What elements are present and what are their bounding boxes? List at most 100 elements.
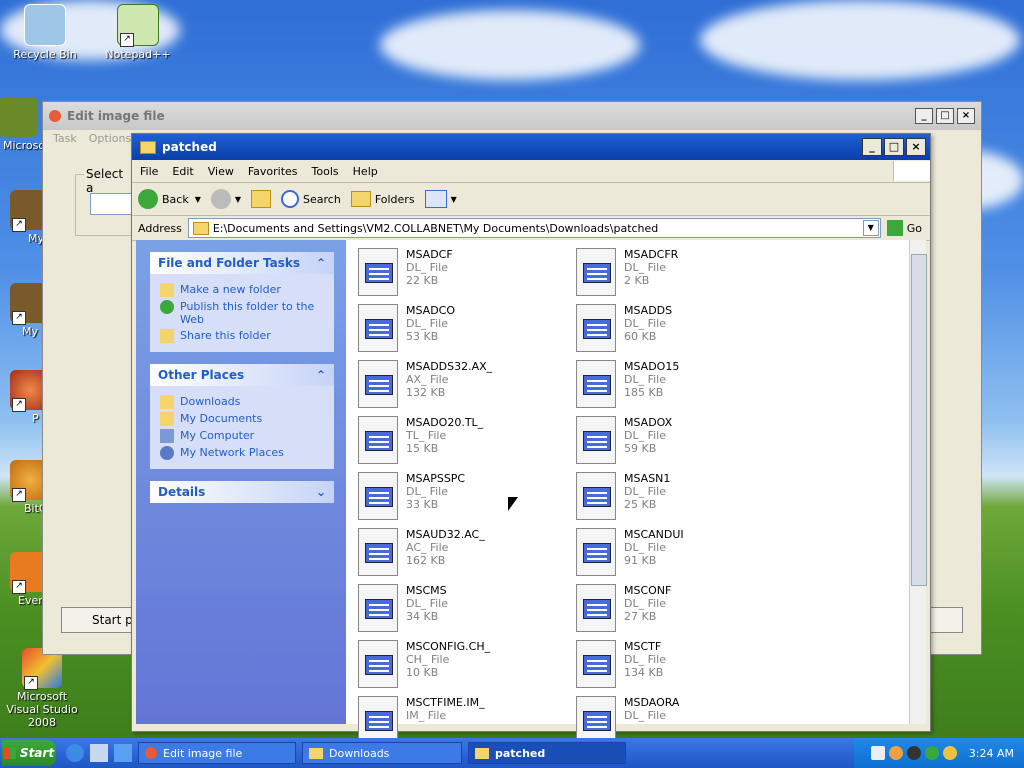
tray-icon[interactable] (924, 746, 939, 760)
file-item[interactable]: MSAUD32.AC_ AC_ File 162 KB (358, 528, 558, 580)
tray-icon[interactable] (888, 746, 903, 760)
close-button[interactable]: × (906, 138, 926, 156)
recycle-bin-icon (24, 4, 66, 46)
file-item[interactable]: MSASN1 DL_ File 25 KB (576, 472, 776, 524)
tray-icon[interactable] (942, 746, 957, 760)
file-name: MSADDS32.AX_ (406, 360, 493, 373)
folders-button[interactable]: Folders (350, 191, 415, 207)
file-item[interactable]: MSADO15 DL_ File 185 KB (576, 360, 776, 412)
go-button[interactable]: Go (886, 220, 922, 236)
vertical-scrollbar[interactable] (909, 240, 927, 724)
windows-logo-icon (893, 161, 930, 181)
file-item[interactable]: MSCONFIG.CH_ CH_ File 10 KB (358, 640, 558, 692)
forward-arrow-icon (210, 189, 231, 209)
panel-header[interactable]: File and Folder Tasks ⌃ (150, 252, 334, 274)
file-item[interactable]: MSADDS DL_ File 60 KB (576, 304, 776, 356)
menu-help[interactable]: Help (353, 165, 378, 178)
back-arrow-icon (138, 189, 158, 209)
ie-alt-icon[interactable] (114, 744, 132, 762)
tray-icon[interactable] (906, 746, 921, 760)
ie-icon[interactable] (66, 744, 84, 762)
file-item[interactable]: MSADDS32.AX_ AX_ File 132 KB (358, 360, 558, 412)
file-size: 2 KB (624, 274, 650, 287)
folder-icon (140, 140, 156, 154)
taskbar-downloads[interactable]: Downloads (302, 742, 462, 764)
scrollbar-thumb[interactable] (911, 254, 927, 586)
maximize-button[interactable]: □ (936, 108, 954, 124)
expand-icon[interactable]: ⌄ (316, 485, 326, 499)
file-size: 132 KB (406, 386, 446, 399)
menu-edit[interactable]: Edit (172, 165, 193, 178)
address-input[interactable]: E:\Documents and Settings\VM2.COLLABNET\… (187, 218, 881, 238)
show-desktop-icon[interactable] (90, 744, 108, 762)
menu-options[interactable]: Options (89, 132, 131, 145)
search-label: Search (303, 192, 341, 206)
place-downloads[interactable]: Downloads (160, 395, 324, 409)
file-item[interactable]: MSCTF DL_ File 134 KB (576, 640, 776, 692)
file-item[interactable]: MSCONF DL_ File 27 KB (576, 584, 776, 636)
start-button[interactable]: Start (2, 740, 56, 766)
file-item[interactable]: MSAPSSPC DL_ File 33 KB (358, 472, 558, 524)
panel-header[interactable]: Other Places ⌃ (150, 364, 334, 386)
file-icon (576, 304, 616, 352)
window-title: patched (162, 140, 217, 154)
clock[interactable]: 3:24 AM (969, 747, 1014, 760)
file-name: MSADCO (406, 304, 456, 317)
file-icon (358, 416, 398, 464)
desktop-icon-recycle-bin[interactable]: Recycle Bin (5, 4, 85, 61)
explorer-window[interactable]: patched _ □ × File Edit View Favorites T… (131, 133, 931, 744)
tray-icon[interactable] (870, 746, 885, 760)
search-button[interactable]: Search (281, 190, 341, 208)
panel-title: Other Places (158, 368, 245, 382)
up-button[interactable] (251, 190, 272, 208)
place-my-computer[interactable]: My Computer (160, 429, 324, 443)
mouse-cursor-icon (508, 497, 518, 511)
desktop-icon-notepad[interactable]: ↗ Notepad++ (98, 4, 178, 61)
menu-file[interactable]: File (140, 165, 158, 178)
desktop-icon-label: Microsoft Visual Studio 2008 (6, 690, 78, 729)
close-button[interactable]: × (957, 108, 975, 124)
maximize-button[interactable]: □ (884, 138, 904, 156)
collapse-icon[interactable]: ⌃ (316, 256, 326, 270)
taskbar-patched[interactable]: patched (468, 742, 626, 764)
file-size: 53 KB (406, 330, 439, 343)
file-item[interactable]: MSADO20.TL_ TL_ File 15 KB (358, 416, 558, 468)
file-size: 59 KB (624, 442, 657, 455)
views-icon (424, 190, 447, 208)
window-titlebar[interactable]: patched _ □ × (132, 134, 930, 160)
forward-button[interactable]: ▼ (210, 189, 241, 209)
task-publish-web[interactable]: Publish this folder to the Web (160, 300, 324, 326)
file-item[interactable]: MSCMS DL_ File 34 KB (358, 584, 558, 636)
file-name: MSASN1 (624, 472, 671, 485)
collapse-icon[interactable]: ⌃ (316, 368, 326, 382)
file-type: DL_ File (624, 261, 667, 274)
minimize-button[interactable]: _ (915, 108, 933, 124)
task-make-folder[interactable]: Make a new folder (160, 283, 324, 297)
file-item[interactable]: MSADCF DL_ File 22 KB (358, 248, 558, 300)
minimize-button[interactable]: _ (862, 138, 882, 156)
file-item[interactable]: MSADOX DL_ File 59 KB (576, 416, 776, 468)
back-button[interactable]: Back ▼ (138, 189, 201, 209)
task-share-folder[interactable]: Share this folder (160, 329, 324, 343)
views-button[interactable]: ▼ (424, 190, 457, 208)
menu-tools[interactable]: Tools (312, 165, 339, 178)
file-size: 91 KB (624, 554, 657, 567)
file-item[interactable]: MSADCFR DL_ File 2 KB (576, 248, 776, 300)
window-titlebar[interactable]: Edit image file _ □ × (43, 102, 981, 130)
place-my-documents[interactable]: My Documents (160, 412, 324, 426)
file-size: 162 KB (406, 554, 446, 567)
menu-task[interactable]: Task (53, 132, 77, 145)
desktop-icon-msvs[interactable]: ↗ Microsoft Visual Studio 2008 (2, 648, 82, 729)
folders-label: Folders (374, 192, 415, 206)
panel-header[interactable]: Details ⌄ (150, 481, 334, 503)
details-panel: Details ⌄ (150, 481, 334, 503)
taskbar-edit-image[interactable]: Edit image file (138, 742, 296, 764)
menu-view[interactable]: View (208, 165, 234, 178)
file-item[interactable]: MSADCO DL_ File 53 KB (358, 304, 558, 356)
file-type: DL_ File (624, 597, 667, 610)
place-network[interactable]: My Network Places (160, 446, 324, 460)
up-folder-icon (251, 190, 272, 208)
menu-favorites[interactable]: Favorites (248, 165, 298, 178)
address-dropdown[interactable]: ▼ (862, 220, 879, 236)
file-item[interactable]: MSCANDUI DL_ File 91 KB (576, 528, 776, 580)
